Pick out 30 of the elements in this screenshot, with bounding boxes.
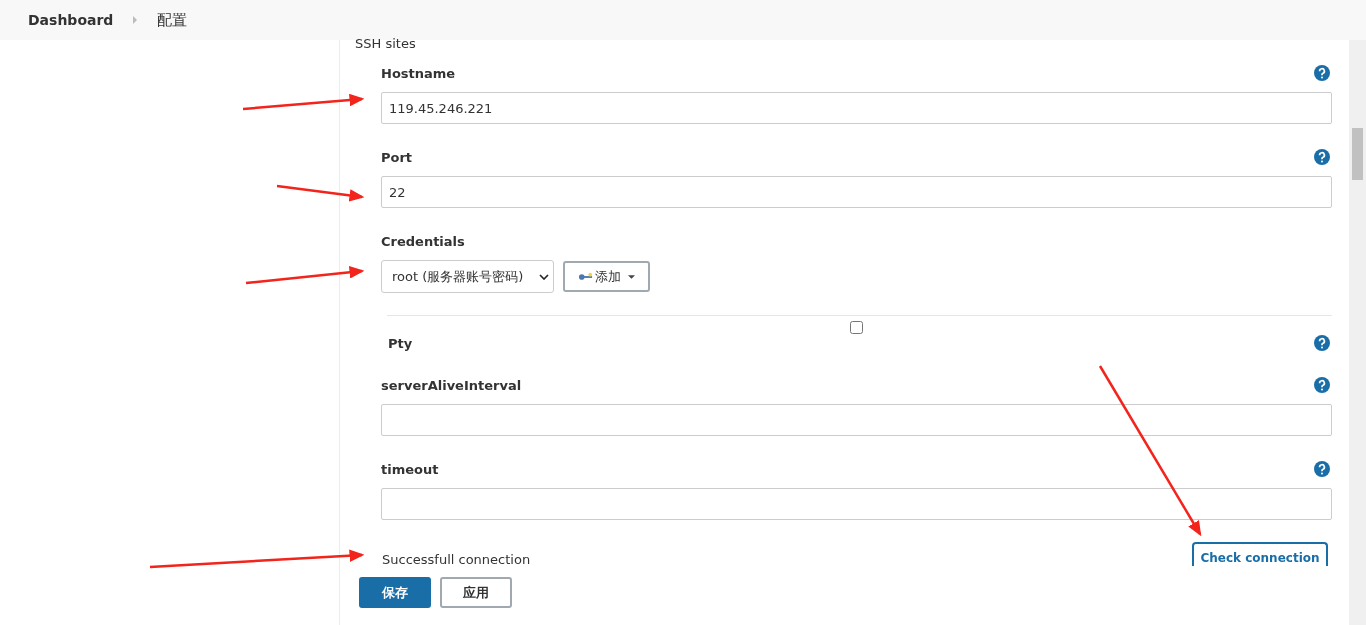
field-label: Hostname <box>381 65 456 81</box>
check-connection-button[interactable]: Check connection <box>1192 542 1328 566</box>
checkbox[interactable] <box>850 321 863 334</box>
caret-icon <box>628 274 635 279</box>
section-title: SSH sites <box>355 36 417 53</box>
help-icon[interactable] <box>1314 461 1330 477</box>
apply-button[interactable]: 应用 <box>440 577 512 608</box>
input-field[interactable]: 119.45.246.221 <box>381 92 1332 124</box>
save-button[interactable]: 保存 <box>359 577 431 608</box>
chevron-down-icon <box>539 273 549 280</box>
key-icon <box>578 271 593 282</box>
field-label: Credentials <box>381 233 465 249</box>
input-field[interactable] <box>381 404 1332 436</box>
field-label: serverAliveInterval <box>381 377 522 393</box>
help-icon[interactable] <box>1314 377 1330 393</box>
status-message: Successfull connection <box>382 552 531 567</box>
breadcrumb-link[interactable]: Dashboard <box>28 12 114 28</box>
help-icon[interactable] <box>1314 65 1330 81</box>
breadcrumb-link[interactable]: 配置 <box>157 10 188 30</box>
help-icon[interactable] <box>1314 335 1330 351</box>
field-label: Pty <box>388 335 413 351</box>
field-label: Port <box>381 149 413 165</box>
input-field[interactable] <box>381 488 1332 520</box>
scrollbar[interactable] <box>1349 40 1366 625</box>
input-field[interactable]: 22 <box>381 176 1332 208</box>
help-icon[interactable] <box>1314 149 1330 165</box>
add-button[interactable]: 添加 <box>563 261 650 292</box>
credentials-select[interactable]: root (服务器账号密码) <box>381 260 554 293</box>
chevron-icon <box>133 16 138 24</box>
field-label: timeout <box>381 461 439 477</box>
